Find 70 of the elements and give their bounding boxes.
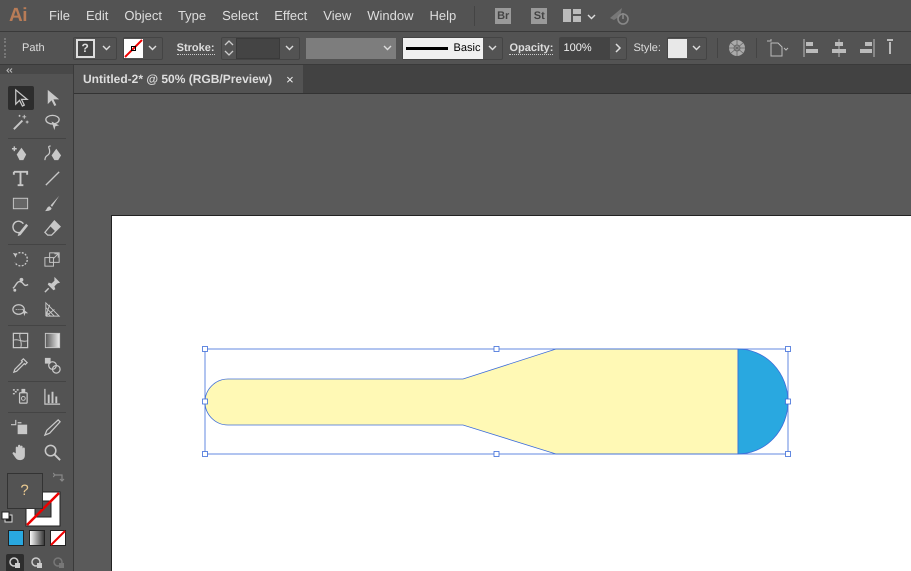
scale-icon [43,250,62,270]
menu-item[interactable]: Help [421,8,464,23]
selection-type-label: Path [22,42,45,54]
mesh-icon [11,331,30,350]
double-chevron-icon [6,68,13,73]
eyedropper-icon [11,356,30,376]
menu-item[interactable]: Object [116,8,170,23]
caret-icon [284,45,294,51]
caret-icon [102,45,111,51]
draw-mode-button[interactable] [6,554,24,571]
color-mode-icon[interactable] [8,530,24,546]
caret-icon [148,45,157,51]
document-tab[interactable]: Untitled-2* @ 50% (RGB/Preview) × [74,65,303,93]
app-logo: Ai [8,4,28,26]
stroke-dropdown[interactable] [122,36,163,60]
caret-icon [692,45,701,51]
gradient-icon [43,331,62,350]
opacity-label[interactable]: Opacity: [509,42,554,54]
stroke-weight-field[interactable] [220,36,300,60]
menu-item[interactable]: Type [170,8,214,23]
eraser-icon [43,219,62,238]
fill-swatch[interactable]: ? [6,472,42,509]
menu-item[interactable]: Edit [78,8,116,23]
menu-item[interactable]: Effect [266,8,316,23]
draw-normal-icon [8,557,20,569]
draw-behind-icon [30,557,42,569]
rotate-icon [11,250,30,270]
bar-chart-icon [43,387,62,406]
menu-item[interactable]: Window [359,8,422,23]
search-icon [43,443,62,462]
menu-item[interactable]: View [315,8,360,23]
fill-dropdown[interactable]: ? [72,36,117,60]
transform-icon[interactable] [766,39,791,57]
pushpin-icon [43,275,62,294]
line-segment-icon [43,169,62,188]
stroke-profile-dropdown[interactable]: Basic [402,36,504,60]
align-right-icon[interactable] [858,39,875,57]
workspace-layout-icon[interactable] [563,9,582,22]
align-left-icon[interactable] [802,39,819,57]
close-button[interactable]: × [286,72,294,86]
perspective-grid-icon [43,300,62,320]
lasso-icon [43,113,62,132]
app-switcher-button[interactable]: St [531,8,548,24]
app-switcher-button[interactable]: Br [495,8,512,24]
opacity-field[interactable]: 100% [559,36,628,60]
none-mode-icon[interactable] [50,530,66,546]
stroke-label[interactable]: Stroke: [176,42,215,54]
selection-arrow-tool[interactable] [8,86,34,110]
warp-icon [11,275,30,294]
default-colors-icon[interactable] [0,510,12,523]
gradient-mode-icon[interactable] [28,530,44,546]
caret-icon [587,14,596,20]
blend-icon [43,356,62,376]
type-icon [11,169,30,188]
stroke-line-icon [406,46,448,50]
magic-wand-icon [11,113,30,132]
caret-icon [488,45,498,51]
menu-item[interactable]: Select [214,8,266,23]
caret-icon [382,45,392,51]
none-swatch-icon [124,38,143,58]
shaper-icon [11,219,30,238]
stepper-icon [222,39,236,57]
menu-item[interactable]: File [41,8,78,23]
globe-icon[interactable] [728,39,746,57]
style-label: Style: [633,42,661,54]
graphic-style-dropdown[interactable] [666,36,707,60]
symbol-sprayer-icon [11,387,30,406]
align-top-icon[interactable] [886,39,893,57]
draw-inside-icon [52,557,64,569]
align-center-icon[interactable] [830,39,847,57]
